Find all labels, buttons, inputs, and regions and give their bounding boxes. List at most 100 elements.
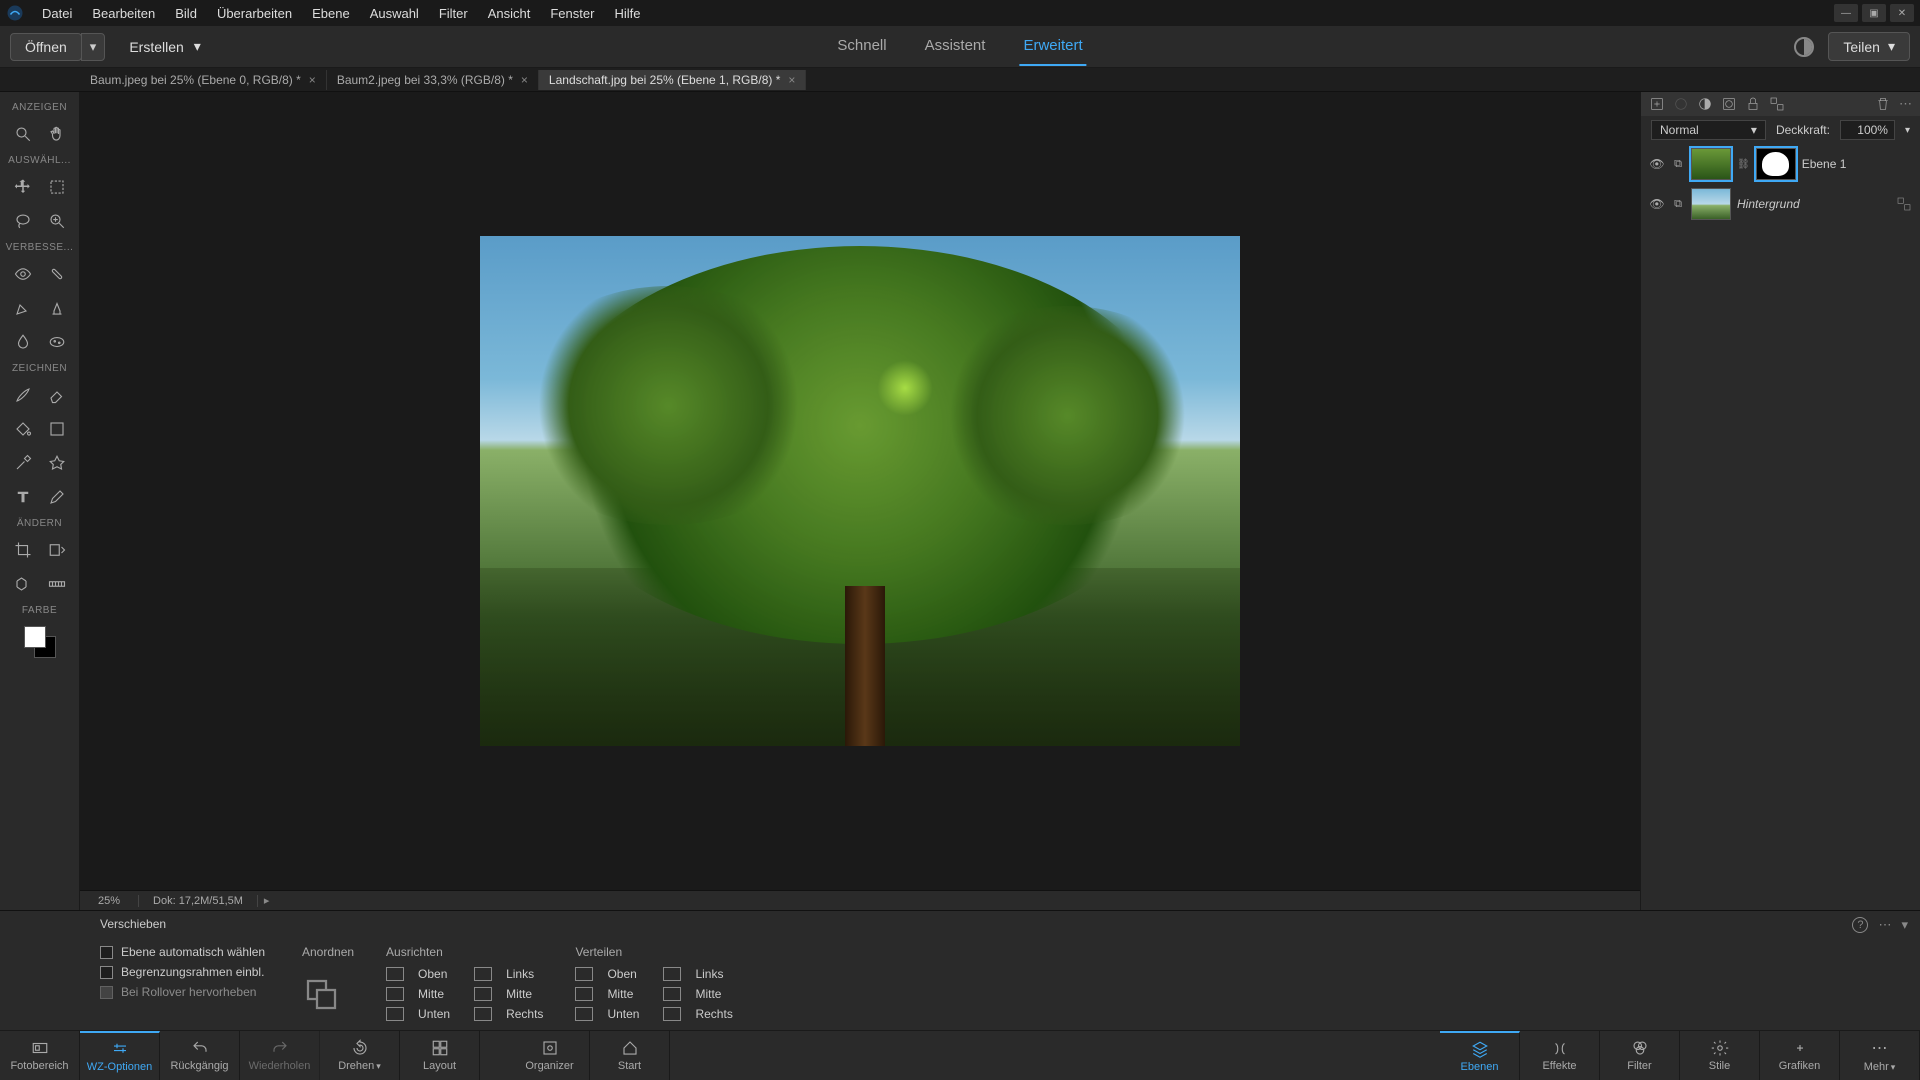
paint-bucket-tool[interactable] (12, 418, 34, 440)
blend-mode-select[interactable]: Normal▾ (1651, 120, 1766, 140)
menu-help[interactable]: Hilfe (604, 2, 650, 25)
distribute-middle-icon[interactable] (575, 987, 593, 1001)
window-close-button[interactable]: ✕ (1890, 4, 1914, 22)
crop-tool[interactable] (12, 539, 34, 561)
straighten-tool[interactable] (46, 573, 68, 595)
recompose-tool[interactable] (46, 539, 68, 561)
lasso-tool[interactable] (12, 210, 34, 232)
menu-enhance[interactable]: Überarbeiten (207, 2, 302, 25)
eraser-tool[interactable] (46, 384, 68, 406)
close-icon[interactable]: × (788, 73, 795, 87)
align-left-icon[interactable] (474, 967, 492, 981)
layer-name[interactable]: Ebene 1 (1802, 157, 1847, 171)
tool-options-button[interactable]: WZ-Optionen (80, 1031, 160, 1080)
distribute-center-icon[interactable] (663, 987, 681, 1001)
adjustment-layer-icon[interactable] (1697, 96, 1713, 112)
mask-thumbnail[interactable] (1756, 148, 1796, 180)
redeye-tool[interactable] (12, 263, 34, 285)
align-top-icon[interactable] (386, 967, 404, 981)
chevron-down-icon[interactable]: ▾ (1905, 125, 1910, 136)
document-tab[interactable]: Landschaft.jpg bei 25% (Ebene 1, RGB/8) … (539, 70, 807, 90)
arrange-icon[interactable] (302, 975, 338, 1011)
undo-button[interactable]: Rückgängig (160, 1031, 240, 1080)
layer-thumbnail[interactable] (1691, 188, 1731, 220)
hand-tool[interactable] (46, 123, 68, 145)
close-icon[interactable]: × (309, 73, 316, 87)
canvas-image[interactable] (480, 236, 1240, 746)
document-tab[interactable]: Baum.jpeg bei 25% (Ebene 0, RGB/8) *× (80, 70, 327, 90)
redo-button[interactable]: Wiederholen (240, 1031, 320, 1080)
effects-panel-button[interactable]: Effekte (1520, 1031, 1600, 1080)
styles-panel-button[interactable]: Stile (1680, 1031, 1760, 1080)
marquee-tool[interactable] (46, 176, 68, 198)
pencil-tool[interactable] (46, 486, 68, 508)
trash-icon[interactable] (1875, 96, 1891, 112)
filter-panel-button[interactable]: Filter (1600, 1031, 1680, 1080)
start-button[interactable]: Start (590, 1031, 670, 1080)
share-button[interactable]: Teilen▾ (1828, 32, 1910, 61)
menu-image[interactable]: Bild (165, 2, 207, 25)
color-swatch[interactable] (24, 626, 56, 658)
eyedropper-tool[interactable] (12, 452, 34, 474)
link-icon[interactable]: ⧉ (1671, 158, 1685, 171)
photo-bin-button[interactable]: Fotobereich (0, 1031, 80, 1080)
window-maximize-button[interactable]: ▣ (1862, 4, 1886, 22)
document-tab[interactable]: Baum2.jpeg bei 33,3% (RGB/8) *× (327, 70, 539, 90)
status-arrow-icon[interactable]: ▸ (258, 894, 276, 907)
clone-stamp-tool[interactable] (46, 297, 68, 319)
close-icon[interactable]: × (521, 73, 528, 87)
mode-tab-quick[interactable]: Schnell (833, 27, 890, 66)
magic-wand-tool[interactable] (46, 210, 68, 232)
organizer-button[interactable]: Organizer (510, 1031, 590, 1080)
align-center-icon[interactable] (474, 987, 492, 1001)
align-bottom-icon[interactable] (386, 1007, 404, 1021)
sponge-tool[interactable] (46, 331, 68, 353)
smart-brush-tool[interactable] (12, 297, 34, 319)
create-button[interactable]: Erstellen▾ (129, 38, 201, 55)
open-button[interactable]: Öffnen (10, 33, 82, 61)
open-dropdown-button[interactable]: ▾ (81, 33, 106, 61)
distribute-left-icon[interactable] (663, 967, 681, 981)
collapse-icon[interactable]: ▾ (1901, 917, 1908, 933)
menu-edit[interactable]: Bearbeiten (82, 2, 165, 25)
layer-thumbnail[interactable] (1691, 148, 1731, 180)
auto-select-checkbox[interactable]: Ebene automatisch wählen (100, 945, 270, 959)
mask-icon[interactable] (1721, 96, 1737, 112)
layer-row[interactable]: 👁 ⧉ Hintergrund (1641, 184, 1920, 224)
menu-select[interactable]: Auswahl (360, 2, 429, 25)
zoom-tool[interactable] (12, 123, 34, 145)
blur-tool[interactable] (12, 331, 34, 353)
distribute-right-icon[interactable] (663, 1007, 681, 1021)
mask-link-icon[interactable]: ⛓ (1737, 159, 1750, 170)
gradient-tool[interactable] (46, 418, 68, 440)
rollover-checkbox[interactable]: Bei Rollover hervorheben (100, 985, 270, 999)
layers-panel-button[interactable]: Ebenen (1440, 1031, 1520, 1080)
text-tool[interactable] (12, 486, 34, 508)
menu-file[interactable]: Datei (32, 2, 82, 25)
layout-button[interactable]: Layout (400, 1031, 480, 1080)
graphics-panel-button[interactable]: Grafiken (1760, 1031, 1840, 1080)
distribute-bottom-icon[interactable] (575, 1007, 593, 1021)
move-tool[interactable] (12, 176, 34, 198)
layer-fx-icon[interactable] (1896, 196, 1912, 212)
align-right-icon[interactable] (474, 1007, 492, 1021)
brush-tool[interactable] (12, 384, 34, 406)
menu-window[interactable]: Fenster (540, 2, 604, 25)
panel-menu-icon[interactable]: ⋯ (1878, 917, 1891, 933)
menu-layer[interactable]: Ebene (302, 2, 360, 25)
spot-heal-tool[interactable] (46, 263, 68, 285)
more-panel-button[interactable]: ⋯Mehr (1840, 1031, 1920, 1080)
link-icon[interactable]: ⧉ (1671, 198, 1685, 211)
new-group-icon[interactable] (1673, 96, 1689, 112)
mode-tab-expert[interactable]: Erweitert (1019, 27, 1086, 66)
link-layers-icon[interactable] (1769, 96, 1785, 112)
status-zoom[interactable]: 25% (80, 895, 138, 907)
opacity-input[interactable]: 100% (1840, 120, 1895, 140)
lock-icon[interactable] (1745, 96, 1761, 112)
visibility-toggle[interactable]: 👁 (1649, 157, 1665, 171)
new-layer-icon[interactable] (1649, 96, 1665, 112)
align-middle-icon[interactable] (386, 987, 404, 1001)
rotate-button[interactable]: Drehen (320, 1031, 400, 1080)
content-aware-tool[interactable] (12, 573, 34, 595)
help-icon[interactable]: ? (1852, 917, 1868, 933)
